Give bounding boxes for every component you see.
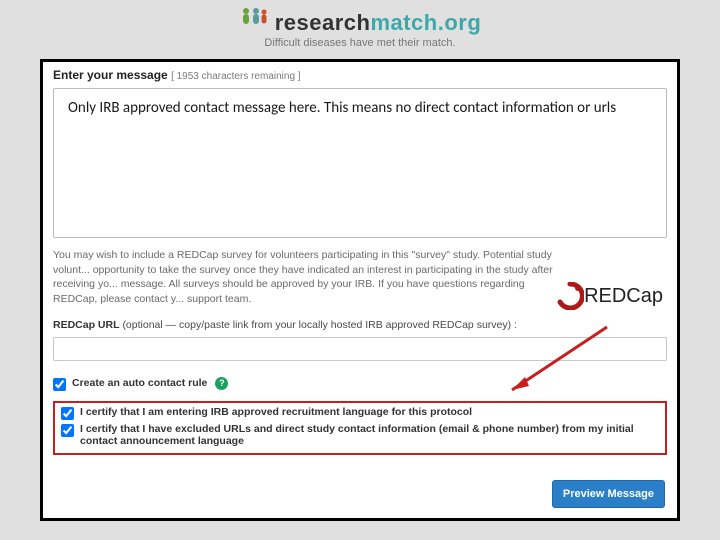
redcap-url-row: REDCap URL (optional — copy/paste link f…	[53, 319, 667, 361]
researchmatch-logo: researchmatch.org	[239, 6, 482, 36]
redcap-url-input[interactable]	[53, 337, 667, 361]
cert2-checkbox[interactable]	[61, 424, 74, 437]
logo-text: researchmatch.org	[275, 10, 482, 36]
message-textarea[interactable]: Only IRB approved contact message here. …	[53, 88, 667, 238]
help-icon[interactable]: ?	[215, 377, 228, 390]
redcap-url-label: REDCap URL	[53, 319, 120, 331]
preview-message-button[interactable]: Preview Message	[552, 480, 665, 508]
instruction-text: Only IRB approved contact message here. …	[68, 99, 616, 117]
redcap-url-hint: (optional — copy/paste link from your lo…	[122, 319, 517, 331]
chars-remaining: [ 1953 characters remaining ]	[171, 71, 301, 82]
auto-contact-label: Create an auto contact rule	[72, 377, 207, 389]
message-label-row: Enter your message [ 1953 characters rem…	[53, 68, 667, 82]
auto-contact-rule-row[interactable]: Create an auto contact rule ?	[53, 377, 667, 391]
certification-highlight: I certify that I am entering IRB approve…	[53, 401, 667, 455]
auto-contact-checkbox[interactable]	[53, 378, 66, 391]
message-panel: Enter your message [ 1953 characters rem…	[40, 59, 680, 521]
redcap-swirl-icon	[556, 282, 584, 310]
cert2-label: I certify that I have excluded URLs and …	[80, 423, 659, 447]
tagline: Difficult diseases have met their match.	[0, 37, 720, 49]
cert1-row[interactable]: I certify that I am entering IRB approve…	[61, 406, 659, 420]
cert2-row[interactable]: I certify that I have excluded URLs and …	[61, 423, 659, 447]
redcap-logo-text: REDCap	[584, 285, 663, 308]
cert1-checkbox[interactable]	[61, 407, 74, 420]
page-header: researchmatch.org Difficult diseases hav…	[0, 0, 720, 53]
logo-people-icon	[239, 6, 269, 30]
message-label: Enter your message	[53, 68, 168, 82]
redcap-logo: REDCap	[556, 282, 663, 310]
cert1-label: I certify that I am entering IRB approve…	[80, 406, 472, 418]
